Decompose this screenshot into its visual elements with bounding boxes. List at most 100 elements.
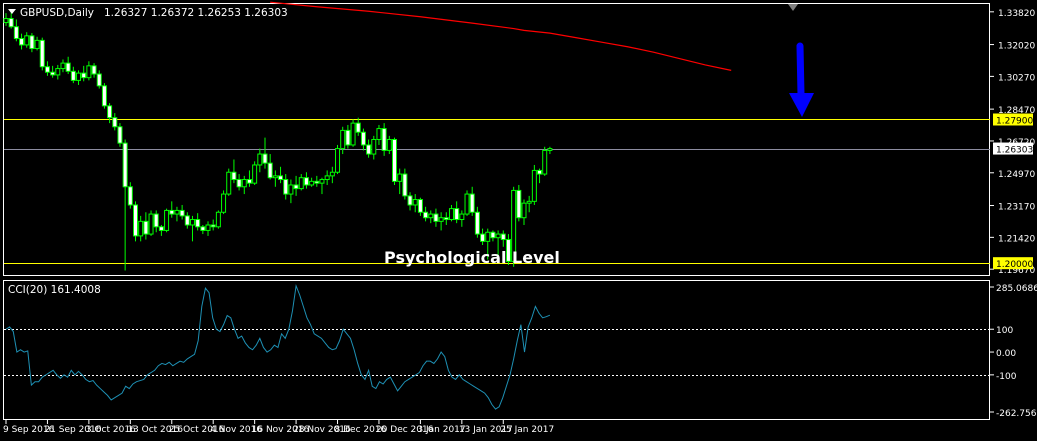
candle [428,210,434,224]
candle [360,128,366,151]
candle [531,164,537,205]
cci-tick-label: -100 [996,372,1017,382]
candle [143,212,149,240]
candle [350,119,356,147]
candle-body [454,208,460,221]
candle-body [500,233,506,241]
candle-body [355,122,361,133]
candle [329,166,335,184]
current-price-label: 1.26303 [996,146,1033,156]
candle-body [495,233,501,239]
chart-shift-marker-icon[interactable] [788,4,798,11]
candle-body [179,209,185,217]
candle [423,206,429,222]
candle-body [335,148,341,173]
candle-body [267,162,273,179]
candle [407,192,413,211]
candle [91,63,97,78]
candle-body [50,71,56,76]
candle-body [443,217,449,221]
candle [44,61,50,76]
candle-body [278,175,284,181]
candle [148,210,154,236]
candle [210,219,216,231]
candle-body [34,39,40,50]
candle [8,11,14,29]
candle-body [76,72,82,81]
candle [127,182,133,209]
candle-body [60,62,66,70]
candle [226,168,232,196]
candle [412,194,418,213]
candle-body [412,199,418,206]
candle-body [381,128,387,151]
candle-body [360,131,366,146]
price-tick-label: 1.21420 [998,234,1035,244]
candle-body [329,171,335,177]
candle-body [319,179,325,184]
candle-body [236,179,242,188]
candle [189,215,195,242]
candle-body [464,193,470,215]
chart-menu-triangle-icon[interactable] [8,9,16,14]
candle [122,139,128,271]
candle-body [531,169,537,202]
candle [205,221,211,236]
candle-body [407,195,413,206]
candle [133,201,138,242]
candle [60,59,66,73]
candle [335,144,341,175]
chart-window: 1.338201.320201.302701.284701.267201.249… [0,0,1037,441]
candle [231,159,237,184]
candle-body [174,209,180,215]
level-price-label: 1.20000 [996,260,1033,270]
candle-body [96,73,102,87]
candle [319,177,325,195]
candle [366,139,372,158]
candle [3,13,9,26]
moving-average [270,1,732,71]
candle [65,56,71,75]
candle-body [423,211,429,219]
candle-body [215,211,221,228]
candle-body [448,208,454,221]
cci-indicator: 285.0686 100 0.00 -100 -262.7568 [4,283,1037,419]
candle-body [433,213,439,222]
candle-body [459,213,465,221]
time-tick-label: 25 Jan 2017 [500,425,554,435]
candle-body [143,220,149,235]
candle [184,212,190,229]
candle-body [386,139,392,151]
moving-average-line [270,1,732,71]
candle-body [272,175,278,179]
candle [500,230,506,247]
candle-body [542,149,548,175]
candle [474,206,480,238]
candle-body [184,215,190,226]
candle-body [210,224,216,228]
candle [293,175,299,196]
candle-body [417,199,423,213]
candle [272,170,278,187]
candle-body [537,169,543,175]
candle-body [221,193,227,213]
candle [303,172,309,189]
candle [547,146,553,155]
candle-body [241,179,247,188]
candle [169,201,175,218]
candle [381,123,387,156]
candle [34,36,40,51]
candle [195,213,201,231]
candle-body [3,18,9,24]
candle-body [127,186,133,206]
candle-body [402,173,408,197]
candle-body [392,139,397,182]
candle-body [107,105,113,119]
candle [397,168,403,195]
candle-body [526,200,532,204]
candle [469,186,475,216]
candle-body [189,219,195,226]
candle-body [117,126,123,144]
candle [117,123,123,147]
price-tick-label: 1.30270 [998,73,1035,83]
